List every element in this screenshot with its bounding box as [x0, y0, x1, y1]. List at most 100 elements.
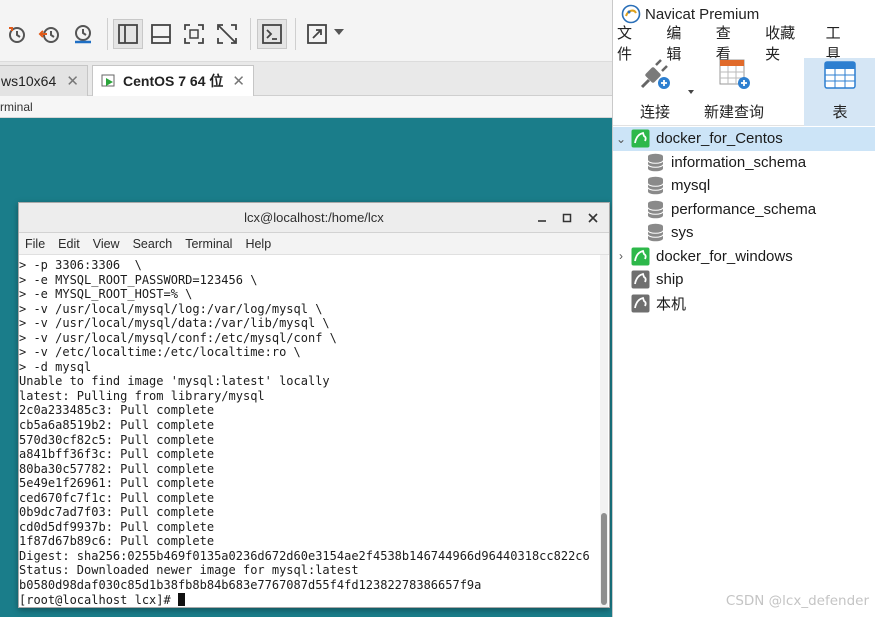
console-view-icon[interactable]: [257, 19, 287, 49]
tree-label: docker_for_Centos: [656, 130, 783, 148]
scrollbar-thumb[interactable]: [601, 513, 607, 605]
terminal-line: > -v /usr/local/mysql/log:/var/log/mysql…: [19, 301, 323, 316]
table-button[interactable]: 表: [804, 58, 875, 126]
navicat-title: Navicat Premium: [645, 5, 760, 23]
mysql-disconnected-icon: [631, 294, 650, 313]
plug-icon: [638, 59, 672, 95]
terminal-line: > -v /etc/localtime:/etc/localtime:ro \: [19, 345, 301, 360]
vm-running-icon: [101, 73, 117, 89]
terminal-prompt-line[interactable]: [root@localhost lcx]#: [19, 592, 599, 607]
new-query-button[interactable]: 新建查询: [701, 58, 767, 126]
tree-connection-local[interactable]: 本机: [613, 292, 875, 316]
chevron-down-icon[interactable]: ⌄: [616, 132, 626, 146]
terminal-cursor: [177, 592, 185, 606]
close-icon[interactable]: ✕: [66, 72, 79, 90]
mysql-connection-icon: [631, 129, 650, 148]
terminal-line: cd0d5df9937b: Pull complete: [19, 519, 215, 534]
revert-snapshot-icon[interactable]: [35, 19, 65, 49]
terminal-window[interactable]: lcx@localhost:/home/lcx File Edit View S…: [18, 202, 610, 608]
vm-console-label: rminal: [0, 96, 612, 118]
database-icon: [647, 223, 664, 242]
vm-tab-centos[interactable]: CentOS 7 64 位 ✕: [92, 65, 254, 96]
table-icon: [823, 59, 857, 95]
terminal-line: Digest: sha256:0255b469f0135a0236d672d60…: [19, 548, 590, 563]
terminal-line: Unable to find image 'mysql:latest' loca…: [19, 374, 330, 389]
fullscreen-icon[interactable]: [179, 19, 209, 49]
tree-database[interactable]: sys: [613, 221, 875, 245]
connect-button[interactable]: 连接: [631, 58, 679, 126]
vm-tab-bar: ws10x64 ✕ CentOS 7 64 位 ✕: [0, 62, 612, 96]
database-icon: [647, 200, 664, 219]
terminal-line: latest: Pulling from library/mysql: [19, 388, 265, 403]
terminal-line: ced670fc7f1c: Pull complete: [19, 490, 215, 505]
tree-database[interactable]: information_schema: [613, 151, 875, 175]
tree-connection-docker-windows[interactable]: › docker_for_windows: [613, 245, 875, 269]
tree-connection-docker-centos[interactable]: ⌄ docker_for_Centos: [613, 127, 875, 151]
tree-database[interactable]: performance_schema: [613, 198, 875, 222]
vm-tab-label: CentOS 7 64 位: [123, 73, 224, 89]
database-icon: [647, 176, 664, 195]
navicat-window: Navicat Premium 文件 编辑 查看 收藏夹 工具 连接 新建查询 …: [612, 0, 875, 617]
terminal-line: > -v /usr/local/mysql/data:/var/lib/mysq…: [19, 316, 330, 331]
connect-label: 连接: [639, 104, 670, 121]
terminal-line: b0580d98daf030c85d1b38fb8b84b683e7767087…: [19, 578, 482, 593]
connection-tree: ⌄ docker_for_Centos information_schema m…: [613, 127, 875, 315]
terminal-line: 5e49e1f26961: Pull complete: [19, 476, 215, 491]
terminal-menubar: File Edit View Search Terminal Help: [19, 233, 609, 255]
close-button[interactable]: [584, 209, 602, 227]
new-query-label: 新建查询: [703, 104, 764, 121]
terminal-line: 570d30cf82c5: Pull complete: [19, 432, 215, 447]
toolbar-separator: [250, 18, 251, 50]
vm-toolbar: [0, 0, 612, 62]
menu-help[interactable]: Help: [245, 237, 271, 251]
vm-tab-ws10x64[interactable]: ws10x64 ✕: [0, 65, 88, 96]
menu-file[interactable]: File: [25, 237, 45, 251]
mysql-connection-icon: [631, 247, 650, 266]
terminal-scrollbar[interactable]: [600, 255, 608, 607]
menu-search[interactable]: Search: [133, 237, 173, 251]
terminal-line: > -v /usr/local/mysql/conf:/etc/mysql/co…: [19, 330, 337, 345]
menu-terminal[interactable]: Terminal: [185, 237, 232, 251]
tree-database[interactable]: mysql: [613, 174, 875, 198]
database-icon: [647, 153, 664, 172]
terminal-line: > -d mysql: [19, 359, 92, 374]
vm-tab-label: ws10x64: [1, 73, 57, 89]
navicat-logo-icon: [621, 4, 641, 24]
terminal-line: > -p 3306:3306 \: [19, 258, 142, 272]
table-label: 表: [832, 104, 848, 121]
connect-dropdown-icon[interactable]: [688, 90, 694, 94]
snapshot-manager-icon[interactable]: [68, 19, 98, 49]
navicat-menubar: 文件 编辑 查看 收藏夹 工具: [613, 25, 875, 63]
close-icon[interactable]: ✕: [232, 72, 245, 90]
terminal-line: 80ba30c57782: Pull complete: [19, 461, 215, 476]
menu-view[interactable]: View: [93, 237, 120, 251]
terminal-title: lcx@localhost:/home/lcx: [244, 210, 384, 225]
toolbar-separator: [107, 18, 108, 50]
tree-label: ship: [656, 271, 684, 289]
maximize-button[interactable]: [558, 209, 576, 227]
library-view-icon[interactable]: [113, 19, 143, 49]
tree-label: mysql: [671, 177, 711, 195]
tree-label: docker_for_windows: [656, 247, 793, 265]
terminal-line: 1f87d67b89c6: Pull complete: [19, 534, 215, 549]
terminal-line: 2c0a233485c3: Pull complete: [19, 403, 215, 418]
new-query-icon: [716, 57, 752, 95]
tree-label: 本机: [656, 295, 687, 313]
terminal-titlebar[interactable]: lcx@localhost:/home/lcx: [19, 203, 609, 233]
navicat-toolbar: 连接 新建查询 表: [613, 58, 875, 126]
menu-edit[interactable]: Edit: [58, 237, 80, 251]
terminal-prompt: [root@localhost lcx]#: [19, 592, 178, 607]
stretch-guest-icon[interactable]: [302, 19, 332, 49]
snapshot-icon[interactable]: [2, 19, 32, 49]
stretch-dropdown-icon[interactable]: [334, 29, 344, 35]
chevron-right-icon[interactable]: ›: [616, 249, 626, 263]
toolbar-separator: [295, 18, 296, 50]
thumbnail-view-icon[interactable]: [146, 19, 176, 49]
terminal-line: > -e MYSQL_ROOT_HOST=% \: [19, 287, 193, 302]
terminal-line: Status: Downloaded newer image for mysql…: [19, 563, 359, 578]
minimize-button[interactable]: [533, 209, 551, 227]
terminal-output[interactable]: > -p 3306:3306 \ > -e MYSQL_ROOT_PASSWORD…: [19, 255, 599, 607]
unity-mode-icon[interactable]: [212, 19, 242, 49]
mysql-disconnected-icon: [631, 270, 650, 289]
tree-connection-ship[interactable]: ship: [613, 268, 875, 292]
